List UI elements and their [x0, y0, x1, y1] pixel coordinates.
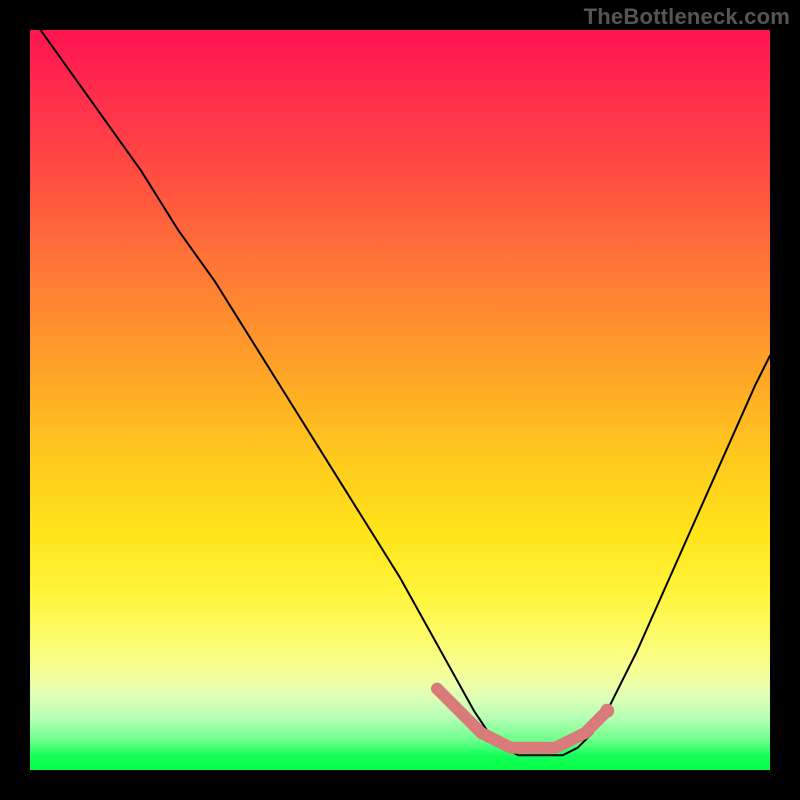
highlight-band [437, 689, 607, 748]
watermark-text: TheBottleneck.com [584, 4, 790, 30]
highlight-marker [600, 704, 614, 718]
bottleneck-curve [30, 30, 770, 755]
chart-frame: TheBottleneck.com [0, 0, 800, 800]
plot-area [30, 30, 770, 770]
chart-svg [30, 30, 770, 770]
